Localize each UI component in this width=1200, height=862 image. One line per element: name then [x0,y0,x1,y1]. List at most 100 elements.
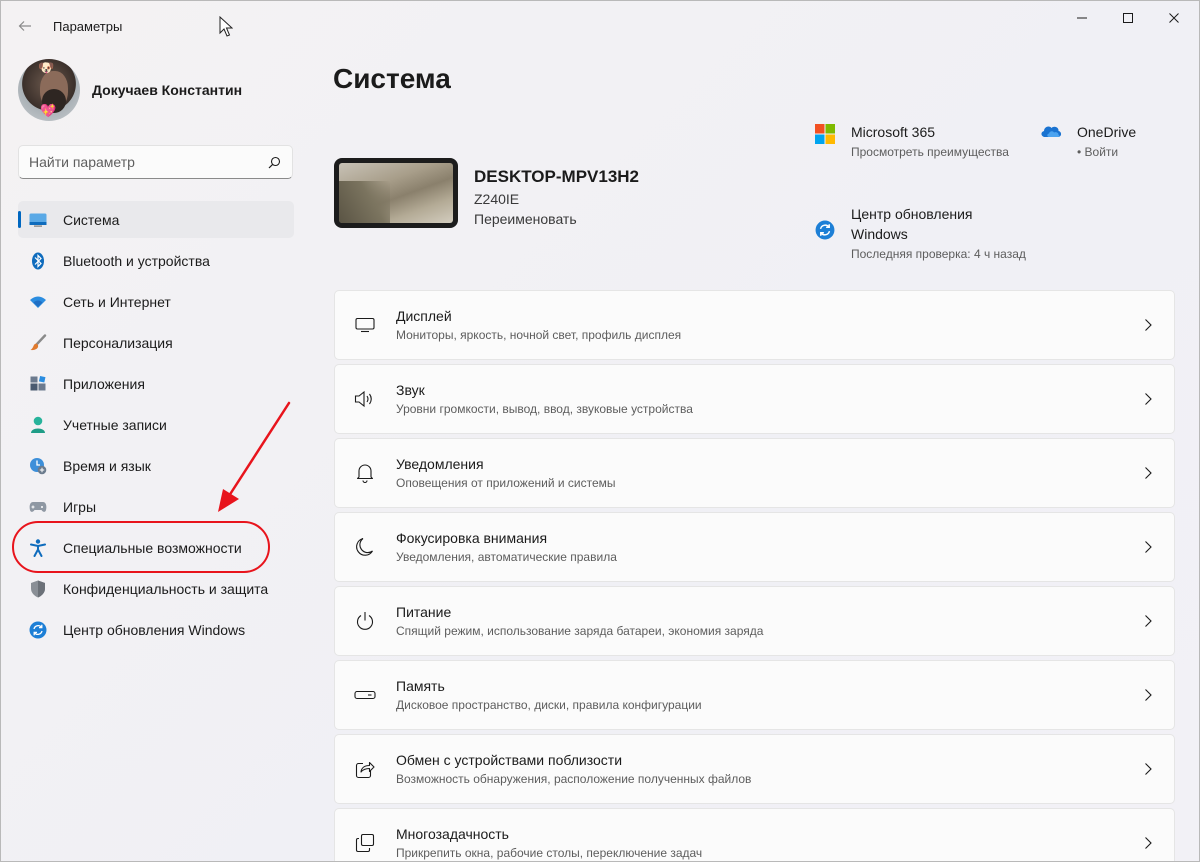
promo-title: Microsoft 365 [851,124,936,140]
windows-update-icon [813,220,837,244]
sidebar-item-bluetooth[interactable]: Bluetooth и устройства [18,242,294,279]
sidebar-item-label: Центр обновления Windows [63,621,246,638]
heart-sticker-icon: 💖 [40,103,57,118]
card-focus-assist[interactable]: Фокусировка внимания Уведомления, автома… [334,512,1175,582]
brush-icon [28,333,48,353]
page-title: Система [333,63,451,94]
card-subtitle: Возможность обнаружения, расположение по… [396,772,752,786]
sidebar-item-privacy[interactable]: Конфиденциальность и защита [18,570,294,607]
settings-window: Параметры 🐶 💖 Докучаев Константин Найти … [0,0,1200,862]
card-title: Уведомления [396,456,484,472]
sidebar-item-system[interactable]: Система [18,201,294,238]
chevron-right-icon [1145,541,1152,553]
card-title: Память [396,678,445,694]
sidebar-item-label: Учетные записи [63,416,167,433]
rename-link[interactable]: Переименовать [474,211,577,227]
sidebar-item-personalization[interactable]: Персонализация [18,324,294,361]
sidebar-item-windows-update[interactable]: Центр обновления Windows [18,611,294,648]
apps-icon [28,374,48,394]
card-power[interactable]: Питание Спящий режим, использование заря… [334,586,1175,656]
maximize-button[interactable] [1105,1,1151,35]
card-subtitle: Дисковое пространство, диски, правила ко… [396,698,702,712]
sidebar-item-label: Система [63,211,120,228]
card-subtitle: Спящий режим, использование заряда батар… [396,624,764,638]
card-subtitle: Прикрепить окна, рабочие столы, переключ… [396,846,703,860]
promo-subtitle: Последняя проверка: 4 ч назад [851,247,1026,261]
card-title: Звук [396,382,425,398]
system-icon [28,210,48,230]
chevron-right-icon [1145,763,1152,775]
wallpaper-preview [339,163,453,223]
back-arrow-icon [18,21,31,31]
card-subtitle: Уровни громкости, вывод, ввод, звуковые … [396,402,693,416]
profile-name: Докучаев Константин [92,82,243,98]
mouse-cursor-icon [219,15,234,43]
card-title: Фокусировка внимания [396,530,548,546]
annotation-arrow-icon [218,401,291,512]
chevron-right-icon [1145,837,1152,849]
device-name: DESKTOP-MPV13H2 [474,167,640,186]
annotation-highlight-ring [12,521,270,573]
chevron-right-icon [1145,467,1152,479]
search-icon[interactable] [266,154,282,170]
promo-title: Центр обновления Windows [851,206,973,242]
promo-onedrive[interactable]: OneDrive • Войти [1039,122,1136,159]
avatar: 🐶 💖 [18,59,80,121]
search-input[interactable] [29,154,266,170]
promo-title: OneDrive [1077,124,1137,140]
display-icon [353,313,377,337]
sidebar-item-label: Персонализация [63,334,173,351]
multitask-icon [353,831,377,855]
card-title: Обмен с устройствами поблизости [396,752,623,768]
microsoft-logo-icon [813,124,837,148]
card-subtitle: Мониторы, яркость, ночной свет, профиль … [396,328,682,342]
minimize-icon [1077,17,1087,19]
device-thumbnail [334,158,458,228]
promo-subtitle: • Войти [1077,145,1119,159]
card-subtitle: Оповещения от приложений и системы [396,476,616,490]
card-subtitle: Уведомления, автоматические правила [396,550,617,564]
windows-update-icon [28,620,48,640]
wifi-icon [28,292,48,312]
bluetooth-icon [28,251,48,271]
sidebar-item-apps[interactable]: Приложения [18,365,294,402]
sidebar-item-label: Время и язык [63,457,151,474]
sidebar-item-label: Приложения [63,375,145,392]
title-bar: Параметры [1,1,1199,49]
power-icon [353,609,377,633]
card-title: Многозадачность [396,826,509,842]
card-sound[interactable]: Звук Уровни громкости, вывод, ввод, звук… [334,364,1175,434]
chevron-right-icon [1145,319,1152,331]
sidebar-item-label: Игры [63,498,97,515]
gamepad-icon [28,497,48,517]
card-display[interactable]: Дисплей Мониторы, яркость, ночной свет, … [334,290,1175,360]
sidebar-item-label: Конфиденциальность и защита [63,580,269,597]
search-box[interactable] [18,145,293,179]
chevron-right-icon [1145,615,1152,627]
card-storage[interactable]: Память Дисковое пространство, диски, пра… [334,660,1175,730]
storage-icon [353,683,377,707]
promo-microsoft-365[interactable]: Microsoft 365 Просмотреть преимущества [813,122,1009,159]
share-icon [353,757,377,781]
account-icon [28,415,48,435]
back-button[interactable] [11,13,39,39]
promo-subtitle: Просмотреть преимущества [851,145,1009,159]
shield-icon [28,579,48,599]
minimize-button[interactable] [1059,1,1105,35]
close-button[interactable] [1151,1,1197,35]
user-profile[interactable]: 🐶 💖 Докучаев Константин [18,59,242,121]
promo-windows-update[interactable]: Центр обновления Windows Последняя прове… [813,204,1026,261]
close-icon [1169,13,1179,23]
onedrive-cloud-icon [1039,124,1063,148]
settings-list: Дисплей Мониторы, яркость, ночной свет, … [334,290,1175,861]
chevron-right-icon [1145,689,1152,701]
device-model: Z240IE [474,191,520,207]
card-notifications[interactable]: Уведомления Оповещения от приложений и с… [334,438,1175,508]
card-multitasking[interactable]: Многозадачность Прикрепить окна, рабочие… [334,808,1175,861]
time-language-icon [28,456,48,476]
card-nearby-sharing[interactable]: Обмен с устройствами поблизости Возможно… [334,734,1175,804]
maximize-icon [1123,13,1133,23]
dog-sticker-icon: 🐶 [38,60,55,75]
sidebar-item-network[interactable]: Сеть и Интернет [18,283,294,320]
chevron-right-icon [1145,393,1152,405]
